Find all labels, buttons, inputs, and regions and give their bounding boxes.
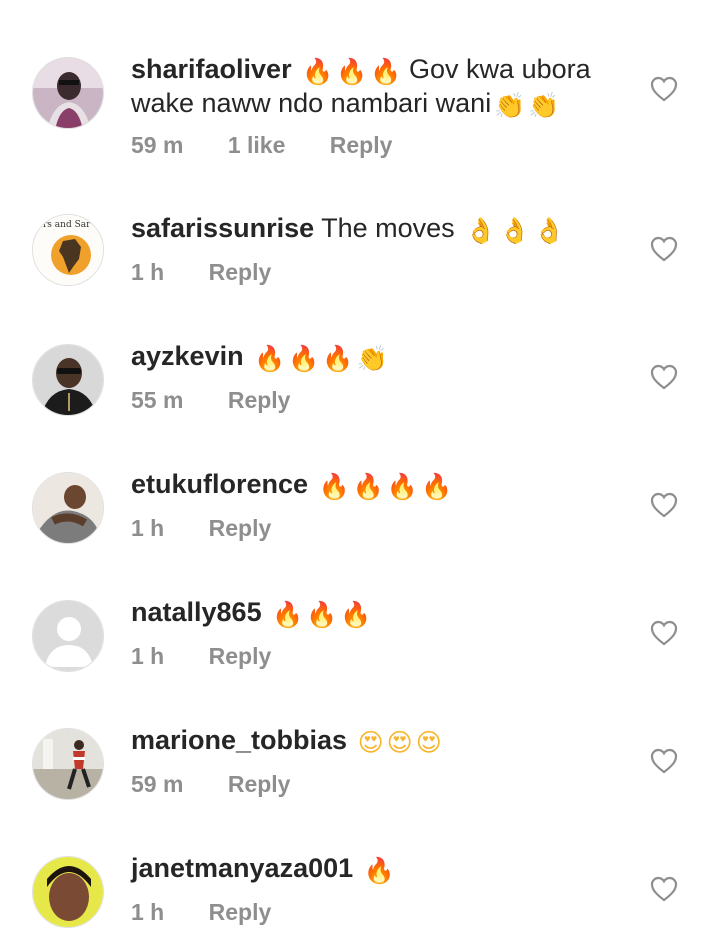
clap-icon: 👏 — [494, 91, 526, 120]
fire-icon: 🔥 — [322, 344, 354, 373]
comment-meta: 1 h Reply — [131, 515, 309, 542]
avatar[interactable] — [32, 344, 104, 416]
heart-outline-icon[interactable] — [650, 76, 678, 102]
fire-icon: 🔥 — [254, 344, 286, 373]
reply-button[interactable]: Reply — [228, 387, 291, 414]
avatar[interactable] — [32, 600, 104, 672]
reply-button[interactable]: Reply — [209, 515, 272, 542]
avatar-logo-text: rs and Sar — [43, 220, 91, 230]
comment-meta: 1 h Reply — [131, 643, 309, 670]
clap-icon: 👏 — [356, 344, 388, 373]
heart-outline-icon[interactable] — [650, 748, 678, 774]
comment-username[interactable]: ayzkevin — [131, 341, 244, 371]
comment-body: safarissunrise The moves 👌 👌 👌 — [131, 212, 601, 246]
avatar-photo — [33, 473, 103, 543]
comment-username[interactable]: marione_tobbias — [131, 725, 347, 755]
avatar-photo — [33, 857, 103, 927]
fire-icon: 🔥 — [302, 57, 334, 86]
fire-icon: 🔥 — [420, 472, 453, 501]
comment-meta: 59 m 1 like Reply — [131, 132, 430, 159]
fire-icon: 🔥 — [340, 600, 372, 629]
fire-icon: 🔥 — [352, 472, 384, 501]
heart-eyes-icon: 😍 — [386, 728, 413, 757]
fire-icon: 🔥 — [288, 344, 320, 373]
comment-time: 1 h — [131, 643, 165, 669]
comment-body: janetmanyaza001 🔥 — [131, 852, 601, 886]
heart-outline-icon[interactable] — [650, 492, 678, 518]
clap-icon: 👏 — [528, 91, 560, 120]
heart-outline-icon[interactable] — [650, 620, 678, 646]
comment-likes[interactable]: 1 like — [228, 132, 286, 159]
avatar-photo — [33, 58, 103, 128]
comment-username[interactable]: safarissunrise — [131, 213, 314, 243]
reply-button[interactable]: Reply — [209, 259, 272, 286]
fire-icon: 🔥 — [318, 472, 350, 501]
avatar[interactable] — [32, 856, 104, 928]
avatar-photo: rs and Sar — [33, 215, 103, 285]
heart-outline-icon[interactable] — [650, 364, 678, 390]
comment-body: marione_tobbias 😍 😍 😍 — [131, 724, 601, 758]
avatar[interactable]: rs and Sar — [32, 214, 104, 286]
reply-button[interactable]: Reply — [209, 899, 272, 926]
avatar[interactable] — [32, 472, 104, 544]
comment-time: 1 h — [131, 515, 165, 541]
comment-meta: 55 m Reply — [131, 387, 328, 414]
avatar-photo — [33, 729, 103, 799]
avatar-photo — [33, 345, 103, 415]
comment-time: 55 m — [131, 387, 184, 413]
fire-icon: 🔥 — [306, 600, 338, 629]
avatar[interactable] — [32, 57, 104, 129]
ok-hand-icon: 👌 — [533, 216, 565, 245]
default-avatar-icon — [33, 601, 103, 671]
ok-hand-icon: 👌 — [465, 216, 497, 245]
comment-body: etukuflorence 🔥 🔥 🔥 🔥 — [131, 468, 601, 502]
heart-outline-icon[interactable] — [650, 236, 678, 262]
fire-icon: 🔥 — [386, 472, 418, 501]
comment-time: 59 m — [131, 132, 184, 158]
ok-hand-icon: 👌 — [499, 216, 531, 245]
heart-eyes-icon: 😍 — [357, 728, 384, 757]
reply-button[interactable]: Reply — [209, 643, 272, 670]
heart-outline-icon[interactable] — [650, 876, 678, 902]
fire-icon: 🔥 — [370, 57, 402, 86]
fire-icon: 🔥 — [272, 600, 304, 629]
comment-body: ayzkevin 🔥 🔥 🔥 👏 — [131, 340, 601, 374]
avatar[interactable] — [32, 728, 104, 800]
comment-username[interactable]: sharifaoliver — [131, 54, 292, 84]
comment-meta: 1 h Reply — [131, 259, 309, 286]
heart-eyes-icon: 😍 — [415, 728, 442, 757]
comment-time: 1 h — [131, 259, 165, 285]
reply-button[interactable]: Reply — [228, 771, 291, 798]
comment-body: sharifaoliver 🔥 🔥 🔥 Gov kwa ubora wake naw… — [131, 53, 601, 121]
comment-username[interactable]: janetmanyaza001 — [131, 853, 353, 883]
comment-meta: 1 h Reply — [131, 899, 309, 926]
fire-icon: 🔥 — [336, 57, 368, 86]
reply-button[interactable]: Reply — [330, 132, 393, 159]
comment-time: 1 h — [131, 899, 165, 925]
comment-time: 59 m — [131, 771, 184, 797]
comment-meta: 59 m Reply — [131, 771, 328, 798]
comment-username[interactable]: natally865 — [131, 597, 262, 627]
fire-icon: 🔥 — [363, 856, 395, 885]
comment-body: natally865 🔥 🔥 🔥 — [131, 596, 601, 630]
comment-text: The moves — [321, 213, 455, 243]
comment-username[interactable]: etukuflorence — [131, 469, 308, 499]
